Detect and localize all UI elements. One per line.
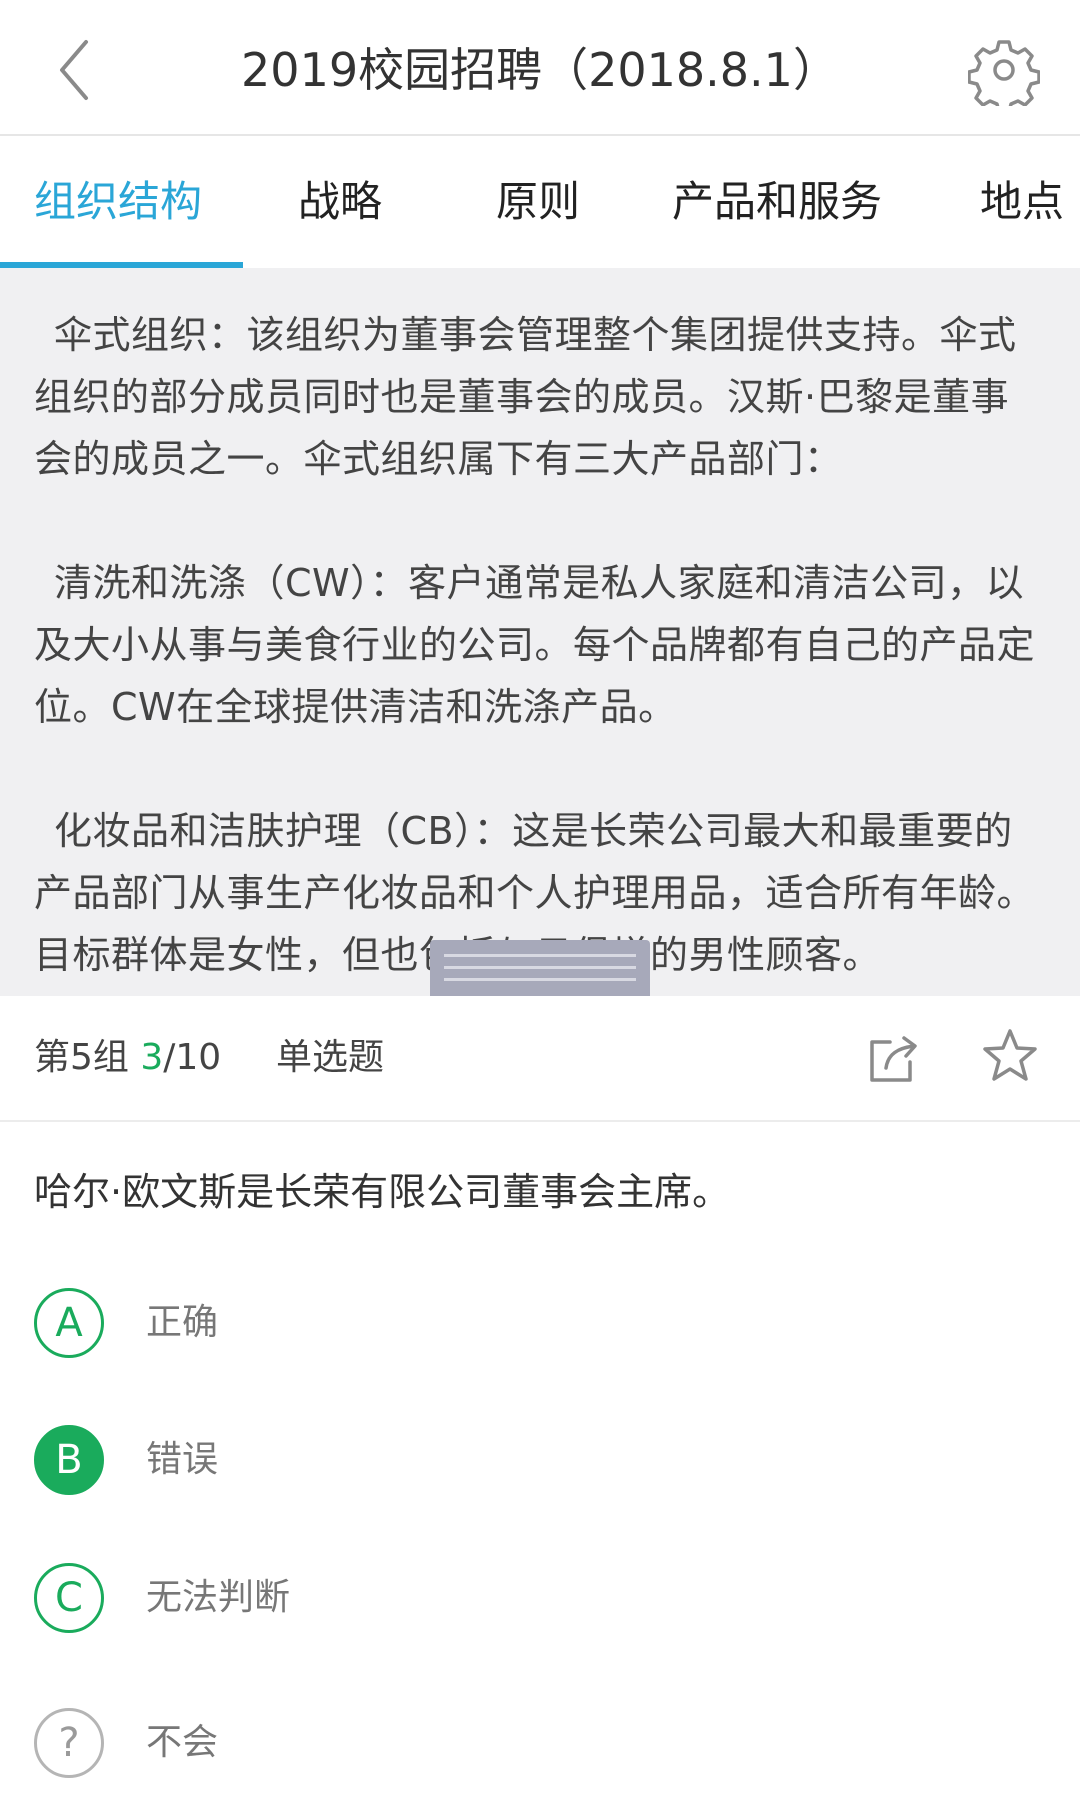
tab-products-services[interactable]: 产品和服务: [672, 136, 882, 268]
question-progress: 第5组 3/10: [34, 996, 221, 1120]
tab-strategy[interactable]: 战略: [298, 136, 382, 268]
passage-paragraph: 清洗和洗涤（CW）：客户通常是私人家庭和清洁公司，以及大小从事与美食行业的公司。…: [34, 561, 1036, 729]
option-key: C: [34, 1563, 104, 1633]
option-label: 正确: [146, 1302, 219, 1343]
question-text: 哈尔·欧文斯是长荣有限公司董事会主席。: [34, 1170, 731, 1214]
option-label: 不会: [146, 1722, 219, 1763]
tab-bar: 组织结构 战略 原则 产品和服务 地点: [0, 136, 1080, 268]
option-label: 无法判断: [146, 1577, 291, 1618]
share-button[interactable]: [866, 1030, 922, 1086]
back-button[interactable]: [44, 30, 124, 110]
option-key: A: [34, 1288, 104, 1358]
passage-paragraph: 伞式组织：该组织为董事会管理整个集团提供支持。伞式组织的部分成员同时也是董事会的…: [34, 313, 1017, 481]
settings-button[interactable]: [967, 34, 1041, 114]
handle-line: [444, 978, 636, 981]
option-key: ?: [34, 1708, 104, 1778]
option-a[interactable]: A 正确: [34, 1288, 1044, 1368]
tab-organization[interactable]: 组织结构: [34, 136, 202, 268]
total-questions: /10: [163, 1037, 222, 1078]
resize-drag-handle[interactable]: [430, 940, 650, 996]
option-b[interactable]: B 错误: [34, 1425, 1044, 1505]
group-label: 第5组: [34, 1037, 129, 1078]
favorite-button[interactable]: [980, 1026, 1040, 1086]
option-key: B: [34, 1425, 104, 1495]
chevron-left-icon: [60, 40, 88, 100]
tab-principles[interactable]: 原则: [496, 136, 580, 268]
question-meta-bar: 第5组 3/10 单选题: [0, 996, 1080, 1122]
handle-line: [444, 966, 636, 969]
current-question-number: 3: [140, 1037, 164, 1078]
star-icon: [983, 1029, 1037, 1081]
option-dont-know[interactable]: ? 不会: [34, 1708, 1044, 1788]
tab-locations[interactable]: 地点: [980, 136, 1064, 268]
share-icon: [870, 1036, 917, 1082]
option-label: 错误: [146, 1439, 219, 1480]
gear-icon: [967, 40, 1041, 114]
question-type: 单选题: [276, 1037, 385, 1078]
handle-line: [444, 954, 636, 957]
option-c[interactable]: C 无法判断: [34, 1563, 1044, 1643]
page-title: 2019校园招聘（2018.8.1）: [241, 43, 839, 97]
app-header: 2019校园招聘（2018.8.1）: [0, 0, 1080, 136]
reading-passage[interactable]: 伞式组织：该组织为董事会管理整个集团提供支持。伞式组织的部分成员同时也是董事会的…: [0, 268, 1080, 996]
